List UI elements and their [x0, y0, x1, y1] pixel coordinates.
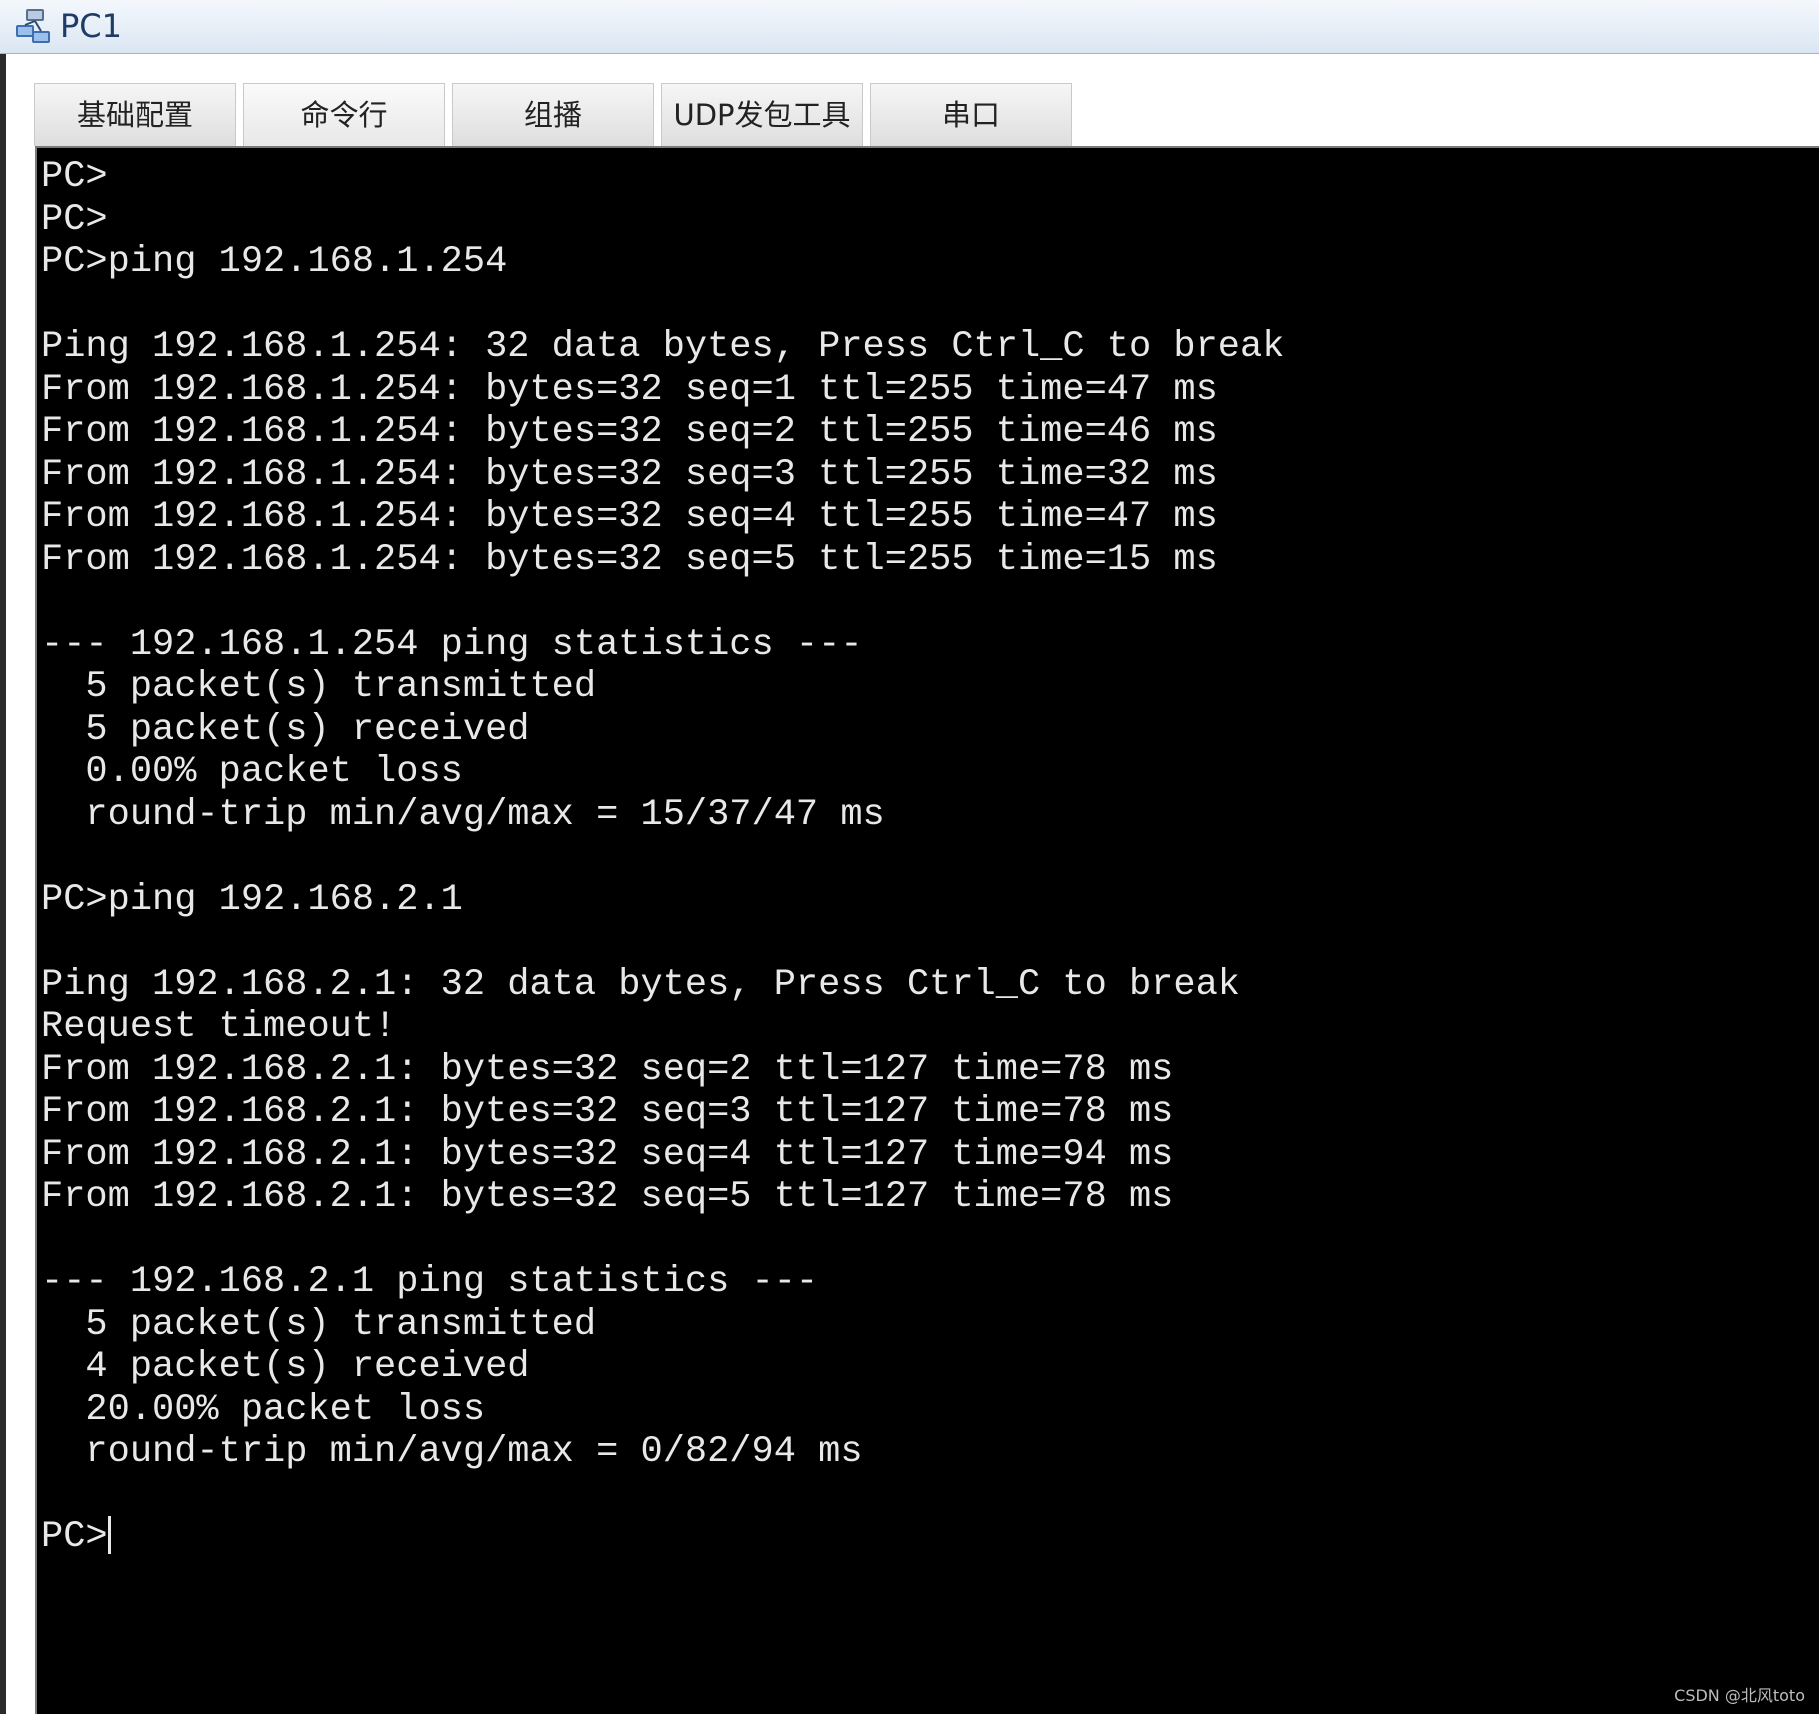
terminal-line: From 192.168.2.1: bytes=32 seq=4 ttl=127…: [41, 1133, 1174, 1176]
terminal-line: PC>: [41, 198, 108, 241]
terminal-lines: PC> PC> PC>ping 192.168.1.254 Ping 192.1…: [41, 156, 1284, 1473]
tab-basic-config[interactable]: 基础配置: [34, 83, 236, 146]
terminal-line: PC>ping 192.168.2.1: [41, 878, 463, 921]
terminal-line: 5 packet(s) received: [85, 708, 530, 751]
tab-serial-port[interactable]: 串口: [870, 83, 1072, 146]
terminal-line: From 192.168.1.254: bytes=32 seq=1 ttl=2…: [41, 368, 1218, 411]
terminal-line: From 192.168.2.1: bytes=32 seq=3 ttl=127…: [41, 1091, 1174, 1133]
terminal-line: From 192.168.1.254: bytes=32 seq=2 ttl=2…: [41, 411, 1218, 453]
pc-network-icon: [16, 9, 50, 43]
terminal-line: Request timeout!: [41, 1006, 397, 1048]
terminal-line: --- 192.168.2.1 ping statistics ---: [41, 1261, 819, 1303]
content-frame: PC> PC> PC>ping 192.168.1.254 Ping 192.1…: [6, 146, 1819, 1714]
tab-command-line[interactable]: 命令行: [243, 83, 445, 146]
terminal-line: 0.00% packet loss: [85, 751, 463, 793]
title-bar[interactable]: PC1: [0, 0, 1819, 54]
terminal-line: round-trip min/avg/max = 15/37/47 ms: [85, 793, 885, 836]
terminal-line: Ping 192.168.2.1: 32 data bytes, Press C…: [41, 963, 1240, 1006]
terminal-prompt: PC>: [41, 1516, 108, 1558]
terminal-line: 4 packet(s) received: [85, 1346, 530, 1388]
terminal-line: PC>: [41, 156, 108, 198]
pc1-window: PC1 基础配置 命令行 组播 UDP发包工具 串口 PC> PC> PC>pi…: [0, 0, 1819, 1714]
terminal-output: PC> PC> PC>ping 192.168.1.254 Ping 192.1…: [37, 148, 1819, 1559]
terminal-line: --- 192.168.1.254 ping statistics ---: [41, 623, 863, 666]
terminal-line: 20.00% packet loss: [85, 1388, 486, 1431]
tab-bar: 基础配置 命令行 组播 UDP发包工具 串口: [6, 54, 1819, 146]
terminal-line: From 192.168.1.254: bytes=32 seq=4 ttl=2…: [41, 496, 1218, 538]
terminal-line: From 192.168.1.254: bytes=32 seq=5 ttl=2…: [41, 538, 1218, 581]
watermark: CSDN @北风toto: [1674, 1686, 1805, 1705]
terminal-line: From 192.168.2.1: bytes=32 seq=5 ttl=127…: [41, 1176, 1174, 1218]
tab-multicast[interactable]: 组播: [452, 83, 654, 146]
terminal-line: From 192.168.2.1: bytes=32 seq=2 ttl=127…: [41, 1048, 1174, 1091]
terminal-line: Ping 192.168.1.254: 32 data bytes, Press…: [41, 326, 1285, 368]
command-line-terminal[interactable]: PC> PC> PC>ping 192.168.1.254 Ping 192.1…: [35, 146, 1819, 1714]
terminal-line: round-trip min/avg/max = 0/82/94 ms: [85, 1431, 863, 1473]
tab-udp-tool[interactable]: UDP发包工具: [661, 83, 863, 146]
terminal-line: 5 packet(s) transmitted: [85, 666, 597, 708]
terminal-line: 5 packet(s) transmitted: [85, 1303, 597, 1346]
terminal-line: PC>ping 192.168.1.254: [41, 241, 508, 283]
text-cursor: [107, 1516, 111, 1554]
window-title: PC1: [60, 7, 122, 45]
terminal-line: From 192.168.1.254: bytes=32 seq=3 ttl=2…: [41, 453, 1218, 496]
